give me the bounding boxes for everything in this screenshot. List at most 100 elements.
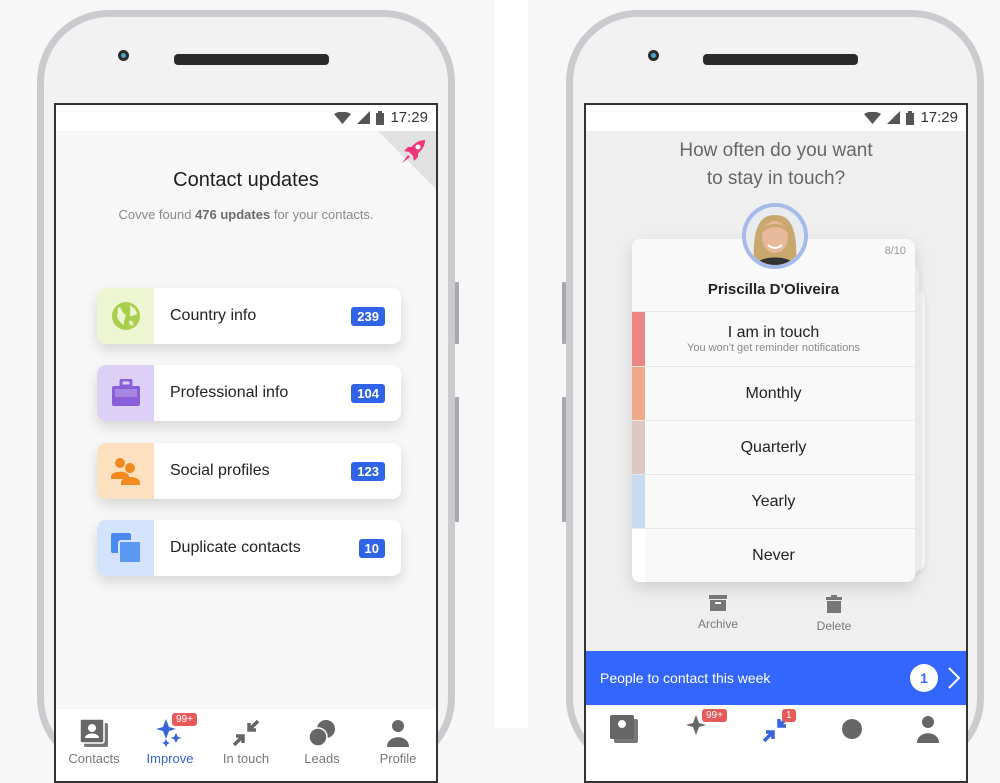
action-label: Delete (816, 619, 852, 633)
bottom-nav: Contacts 99+ Improve In touch Leads Prof… (56, 709, 436, 781)
card-counter: 8/10 (884, 245, 906, 257)
option-label: I am in touch (727, 324, 820, 341)
nav-label: Profile (379, 751, 417, 766)
phone-left: 17:29 Contact updates Covve found 476 up… (37, 10, 459, 783)
status-bar: 17:29 (586, 105, 966, 131)
nav-in-touch[interactable]: 1 (738, 705, 814, 781)
power-button (562, 282, 566, 344)
wifi-icon (864, 111, 882, 124)
power-button (455, 282, 459, 344)
speaker (703, 54, 858, 65)
count-badge: 10 (358, 538, 385, 558)
nav-improve[interactable]: 99+ Improve (132, 709, 208, 781)
color-bar (632, 367, 645, 421)
nav-label: Contacts (68, 751, 120, 766)
arrows-in-icon (232, 719, 260, 747)
stay-in-touch-screen: 17:29 How often do you want to stay in t… (584, 103, 968, 783)
people-icon (97, 443, 154, 499)
color-bar (632, 421, 645, 475)
count-badge: 104 (351, 383, 385, 403)
nav-label: Improve (146, 751, 194, 766)
volume-button (455, 397, 459, 522)
briefcase-icon (97, 365, 154, 421)
divider (494, 0, 528, 728)
page-title: Contact updates (173, 169, 319, 191)
volume-button (562, 397, 566, 522)
option-monthly[interactable]: Monthly (632, 366, 915, 421)
leads-icon (842, 719, 862, 739)
contacts-icon (610, 715, 638, 743)
card-country-info[interactable]: Country info 239 (97, 288, 401, 344)
archive-button[interactable]: Archive (678, 595, 758, 631)
color-bar (632, 312, 645, 366)
question-line-1: How often do you want (679, 140, 873, 161)
option-never[interactable]: Never (632, 528, 915, 582)
speaker (174, 54, 329, 65)
nav-contacts[interactable] (586, 705, 662, 781)
nav-leads[interactable] (814, 705, 890, 781)
nav-profile[interactable]: Profile (360, 709, 436, 781)
rocket-icon[interactable] (399, 138, 427, 166)
cta-count-badge: 1 (910, 664, 938, 692)
nav-in-touch[interactable]: In touch (208, 709, 284, 781)
updates-summary: Covve found 476 updates for your contact… (56, 207, 436, 222)
people-to-contact-banner[interactable]: People to contact this week 1 (586, 651, 966, 705)
notification-badge: 99+ (172, 713, 197, 726)
nav-profile[interactable] (890, 705, 966, 781)
option-label: Yearly (751, 493, 796, 510)
nav-improve[interactable]: 99+ (662, 705, 738, 781)
avatar (742, 203, 808, 269)
leads-icon (308, 720, 335, 747)
wifi-icon (334, 111, 352, 124)
summary-suffix: for your contacts. (270, 207, 374, 222)
status-time: 17:29 (390, 109, 428, 126)
camera (118, 50, 129, 61)
status-time: 17:29 (920, 109, 958, 126)
nav-contacts[interactable]: Contacts (56, 709, 132, 781)
nav-leads[interactable]: Leads (284, 709, 360, 781)
battery-icon (906, 110, 915, 125)
frequency-card: 8/10 Priscilla D'Oliveira I am in touch … (632, 239, 915, 582)
notification-badge: 99+ (702, 709, 727, 722)
card-label: Country info (170, 307, 257, 324)
nav-label: Leads (304, 751, 340, 766)
camera (648, 50, 659, 61)
card-label: Duplicate contacts (170, 539, 301, 556)
nav-label: In touch (222, 751, 270, 766)
count-badge: 239 (351, 306, 385, 326)
action-label: Archive (697, 617, 738, 631)
profile-icon (917, 716, 939, 743)
option-label: Never (752, 547, 795, 564)
contact-updates-screen: 17:29 Contact updates Covve found 476 up… (54, 103, 438, 783)
summary-count: 476 updates (195, 207, 271, 222)
color-bar (632, 529, 645, 582)
bottom-nav: 99+ 1 (586, 705, 966, 781)
card-professional-info[interactable]: Professional info 104 (97, 365, 401, 421)
card-duplicate-contacts[interactable]: Duplicate contacts 10 (97, 520, 401, 576)
option-label: Quarterly (740, 439, 807, 456)
archive-icon (709, 595, 727, 611)
color-bar (632, 475, 645, 529)
phone-right: 17:29 How often do you want to stay in t… (562, 10, 984, 783)
duplicate-icon (97, 520, 154, 576)
battery-icon (376, 110, 385, 125)
option-sublabel: You won't get reminder notifications (687, 342, 860, 354)
card-label: Social profiles (170, 462, 270, 479)
card-social-profiles[interactable]: Social profiles 123 (97, 443, 401, 499)
option-yearly[interactable]: Yearly (632, 474, 915, 529)
card-label: Professional info (170, 384, 289, 401)
option-in-touch[interactable]: I am in touch You won't get reminder not… (632, 311, 915, 366)
option-label: Monthly (745, 385, 802, 402)
notification-badge: 1 (782, 709, 796, 722)
contacts-icon (80, 719, 108, 747)
status-bar: 17:29 (56, 105, 436, 131)
signal-icon (357, 111, 371, 124)
trash-icon (826, 595, 842, 613)
globe-icon (97, 288, 154, 344)
profile-icon (387, 720, 409, 747)
option-quarterly[interactable]: Quarterly (632, 420, 915, 475)
delete-button[interactable]: Delete (794, 595, 874, 633)
signal-icon (887, 111, 901, 124)
question-line-2: to stay in touch? (706, 168, 846, 189)
question-heading: How often do you want to stay in touch? (586, 137, 966, 193)
